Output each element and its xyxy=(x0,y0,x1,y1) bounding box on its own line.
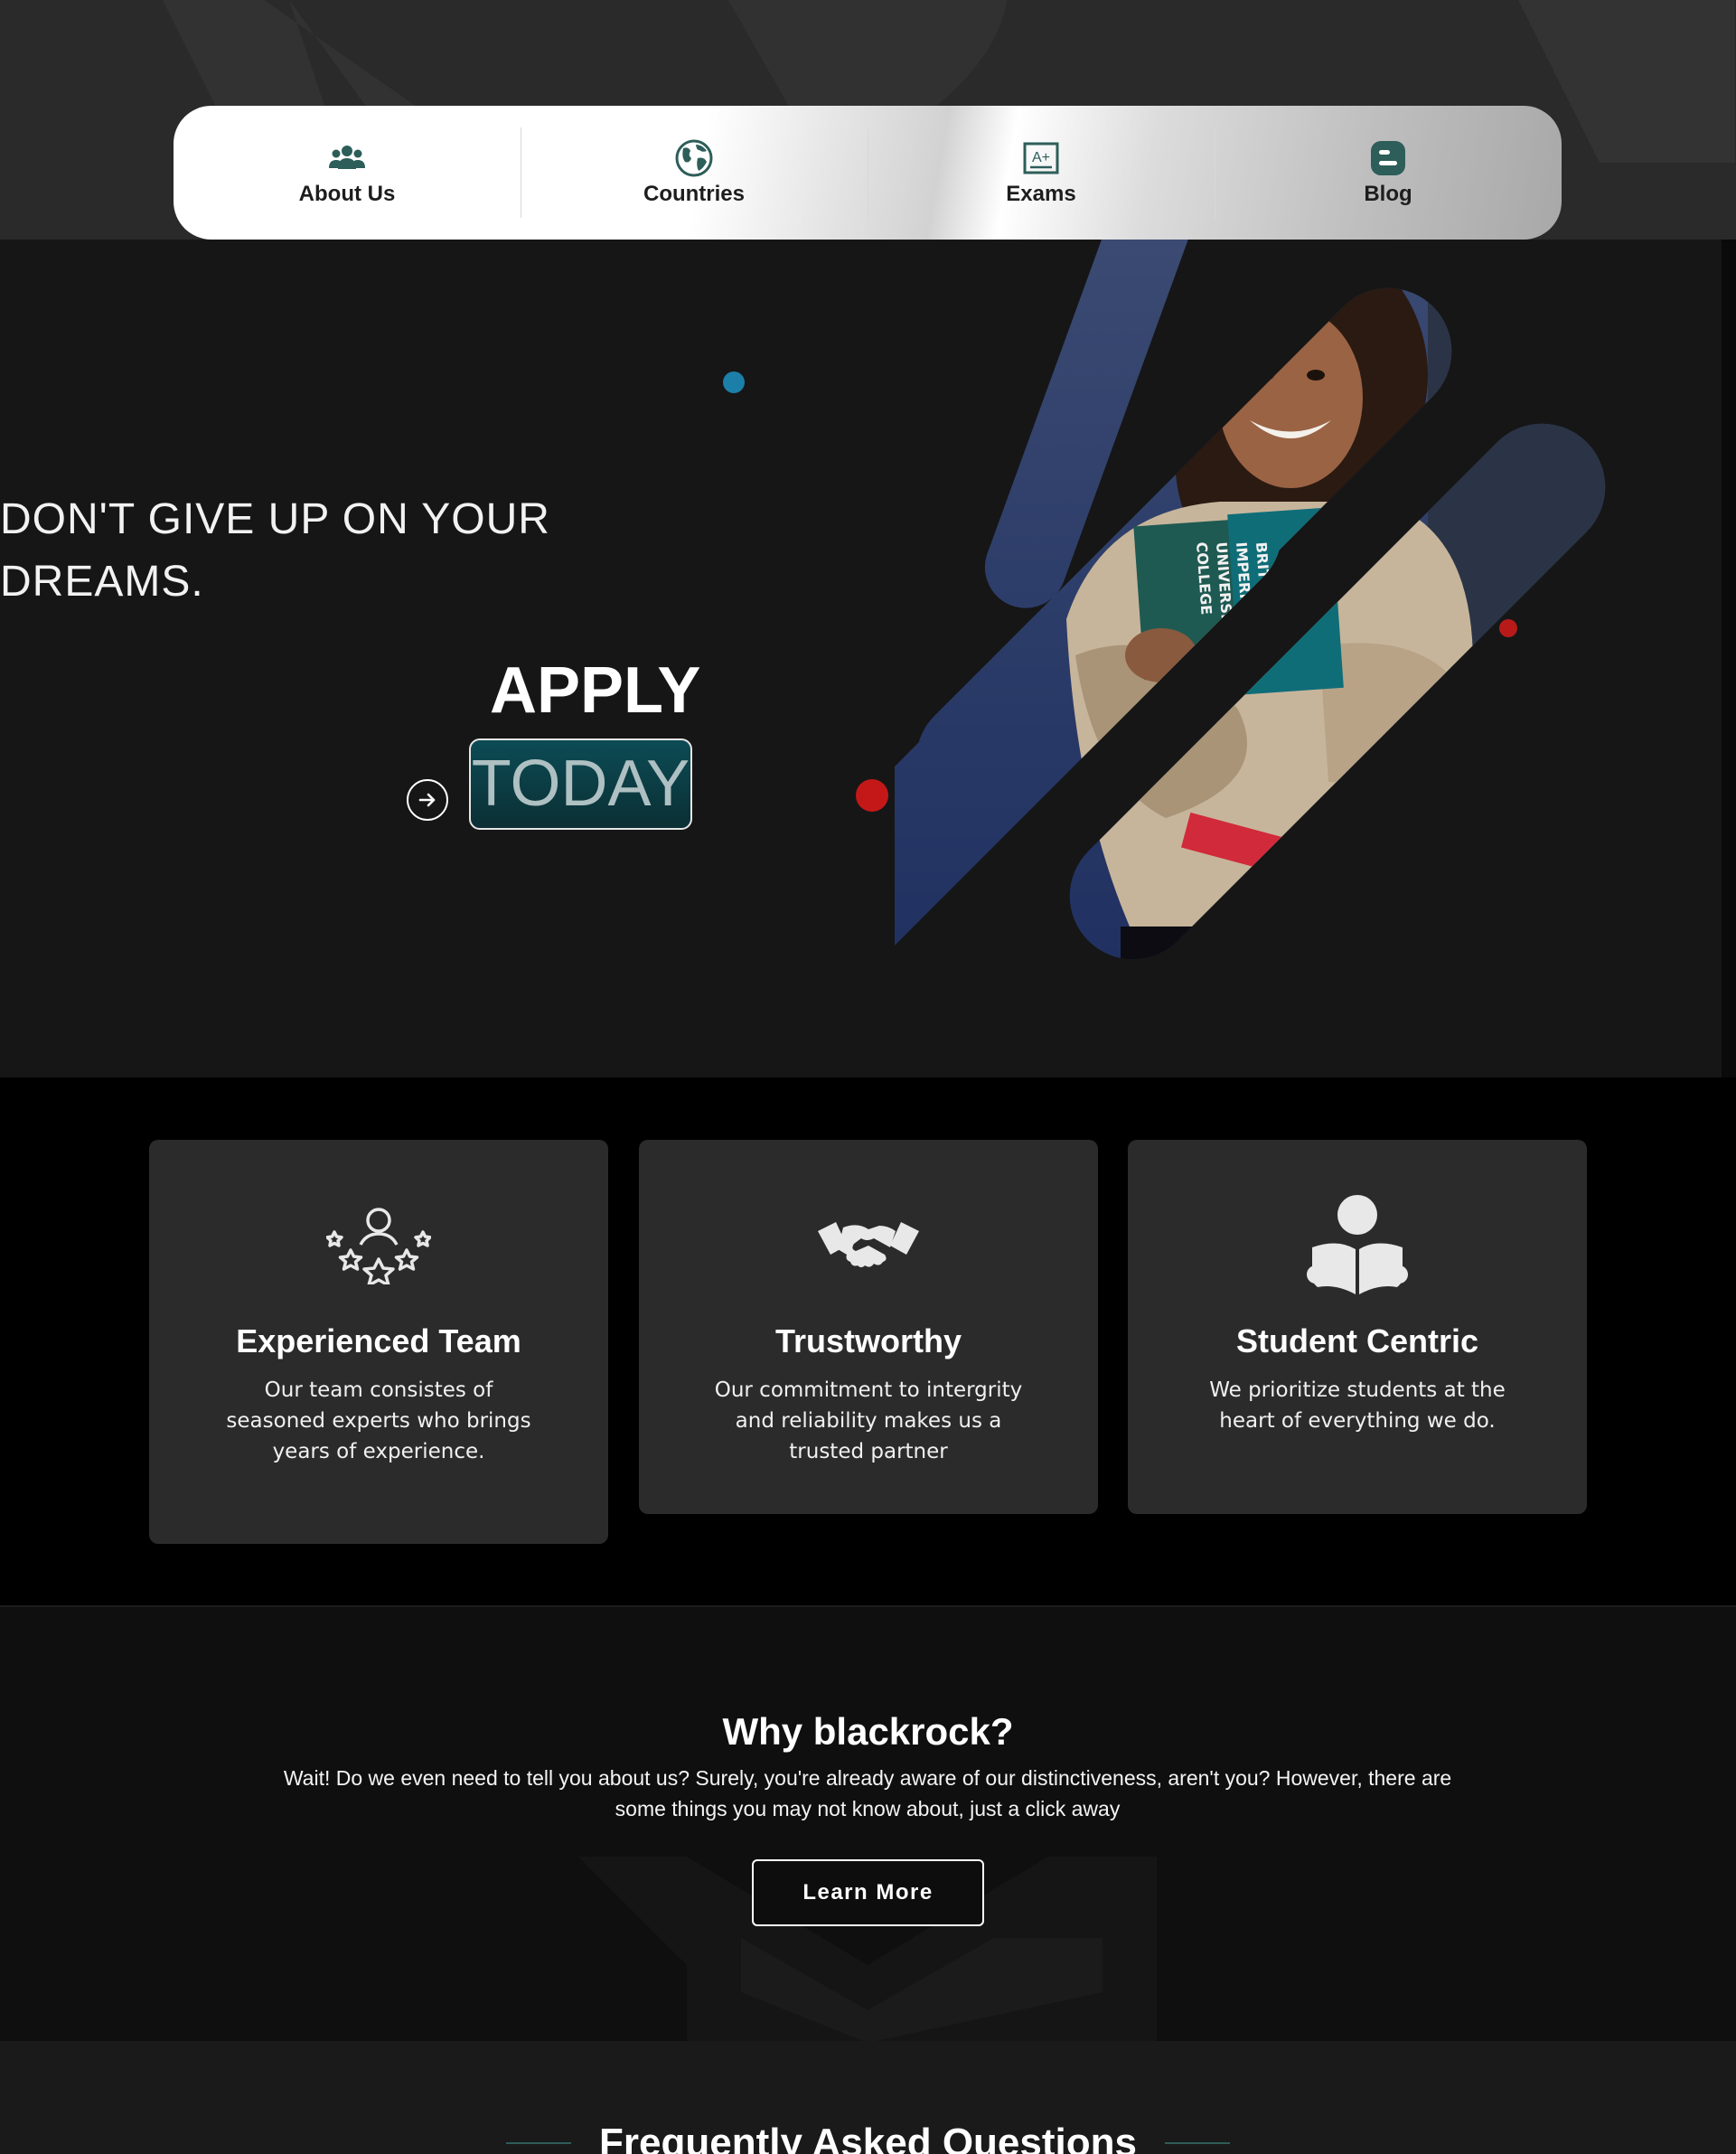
arrow-right-icon[interactable] xyxy=(407,779,448,821)
hero-section: DON'T GIVE UP ON YOUR DREAMS. APPLY TODA… xyxy=(0,240,1722,1077)
nav-blog[interactable]: Blog xyxy=(1215,127,1562,218)
hero-title-line: DREAMS. xyxy=(0,558,204,606)
blog-icon xyxy=(1368,138,1408,178)
faq-section: Frequently Asked Questions xyxy=(0,2041,1736,2154)
top-band: About Us Countries A+ Exams Blog xyxy=(0,0,1736,240)
student-photo: BRITTS IMPERIAL UNIVERSITY COLLEGE xyxy=(895,240,1632,1031)
nav-countries[interactable]: Countries xyxy=(521,127,868,218)
hero-edge xyxy=(1722,240,1736,1077)
feature-text: Our team consistes of seasoned experts w… xyxy=(226,1378,531,1463)
decor-dot-blue xyxy=(723,372,745,393)
nav-label: Blog xyxy=(1364,182,1412,206)
apply-heading: APPLY xyxy=(490,654,701,727)
main-navbar: About Us Countries A+ Exams Blog xyxy=(174,106,1562,240)
nav-about-us[interactable]: About Us xyxy=(174,127,521,218)
faq-title: Frequently Asked Questions xyxy=(599,2121,1137,2154)
why-title: Why blackrock? xyxy=(722,1710,1014,1753)
nav-label: Exams xyxy=(1006,182,1076,206)
svg-text:BRITTS: BRITTS xyxy=(1253,541,1273,600)
features-section: Experienced Team Our team consistes of s… xyxy=(0,1077,1736,1605)
why-text: Wait! Do we even need to tell you about … xyxy=(283,1766,1452,1820)
learn-more-button[interactable]: Learn More xyxy=(752,1859,984,1926)
feature-card-trustworthy: Trustworthy Our commitment to intergrity… xyxy=(639,1140,1098,1514)
svg-text:A+: A+ xyxy=(1032,150,1050,165)
nav-label: About Us xyxy=(298,182,396,206)
feature-title: Trustworthy xyxy=(774,1322,962,1359)
exam-grade-icon: A+ xyxy=(1021,138,1061,178)
team-icon xyxy=(327,138,367,178)
feature-text: Our commitment to intergrity and reliabi… xyxy=(714,1378,1023,1463)
globe-icon xyxy=(674,138,714,178)
feature-card-experienced-team: Experienced Team Our team consistes of s… xyxy=(149,1140,608,1544)
hero-title-line: DON'T GIVE UP ON YOUR xyxy=(0,495,550,543)
why-section: Why blackrock? Wait! Do we even need to … xyxy=(0,1605,1736,2041)
apply-today-button[interactable]: TODAY xyxy=(469,738,692,830)
nav-label: Countries xyxy=(643,182,745,206)
decor-dot-red xyxy=(856,779,888,812)
feature-title: Student Centric xyxy=(1235,1322,1478,1359)
feature-card-student-centric: Student Centric We prioritize students a… xyxy=(1128,1140,1587,1514)
feature-text: We prioritize students at the heart of e… xyxy=(1209,1378,1506,1433)
nav-exams[interactable]: A+ Exams xyxy=(868,127,1215,218)
faq-divider-right xyxy=(1165,2142,1230,2144)
student-reading-icon xyxy=(1299,1195,1416,1295)
team-stars-icon xyxy=(320,1196,437,1295)
handshake-icon xyxy=(810,1196,927,1295)
feature-title: Experienced Team xyxy=(236,1322,521,1359)
hero-title: DON'T GIVE UP ON YOUR DREAMS. xyxy=(0,488,550,613)
